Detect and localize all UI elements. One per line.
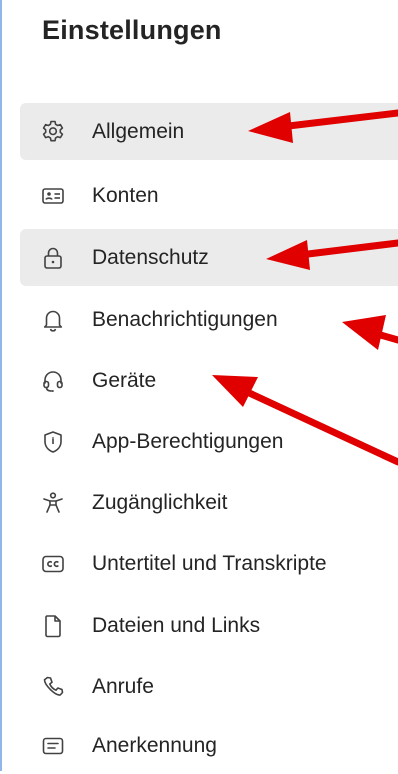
phone-icon (40, 674, 66, 700)
menu-item-label: Allgemein (92, 119, 185, 143)
menu-item-label: Konten (92, 183, 159, 207)
menu-item-benachrichtigungen[interactable]: Benachrichtigungen (20, 291, 398, 348)
menu-item-label: Anerkennung (92, 733, 217, 757)
menu-item-label: Anrufe (92, 674, 154, 698)
menu-item-dateien-und-links[interactable]: Dateien und Links (20, 597, 398, 654)
menu-item-label: Datenschutz (92, 245, 209, 269)
menu-item-label: App-Berechtigungen (92, 429, 284, 453)
menu-item-label: Benachrichtigungen (92, 307, 278, 331)
bell-icon (40, 307, 66, 333)
menu-item-konten[interactable]: Konten (20, 167, 398, 224)
lock-icon (40, 245, 66, 271)
settings-panel: Einstellungen Allgemein Konten Datenschu… (0, 0, 398, 771)
shield-icon (40, 429, 66, 455)
menu-item-untertitel[interactable]: Untertitel und Transkripte (20, 535, 398, 592)
accessibility-icon (40, 490, 66, 516)
id-card-icon (40, 183, 66, 209)
closed-captions-icon (40, 551, 66, 577)
menu-item-label: Geräte (92, 368, 157, 392)
file-icon (40, 613, 66, 639)
menu-item-label: Untertitel und Transkripte (92, 551, 327, 575)
menu-item-anerkennung[interactable]: Anerkennung (20, 717, 398, 774)
menu-item-label: Dateien und Links (92, 613, 261, 637)
gear-icon (40, 119, 66, 145)
menu-item-geraete[interactable]: Geräte (20, 352, 398, 409)
menu-item-allgemein[interactable]: Allgemein (20, 103, 398, 160)
recognition-icon (40, 733, 66, 759)
menu-item-datenschutz[interactable]: Datenschutz (20, 229, 398, 286)
settings-menu: Allgemein Konten Datenschutz Benachricht… (2, 0, 398, 771)
menu-item-label: Zugänglichkeit (92, 490, 228, 514)
headset-icon (40, 368, 66, 394)
menu-item-anrufe[interactable]: Anrufe (20, 658, 398, 715)
menu-item-zugaenglichkeit[interactable]: Zugänglichkeit (20, 474, 398, 531)
menu-item-app-berechtigungen[interactable]: App-Berechtigungen (20, 413, 398, 470)
